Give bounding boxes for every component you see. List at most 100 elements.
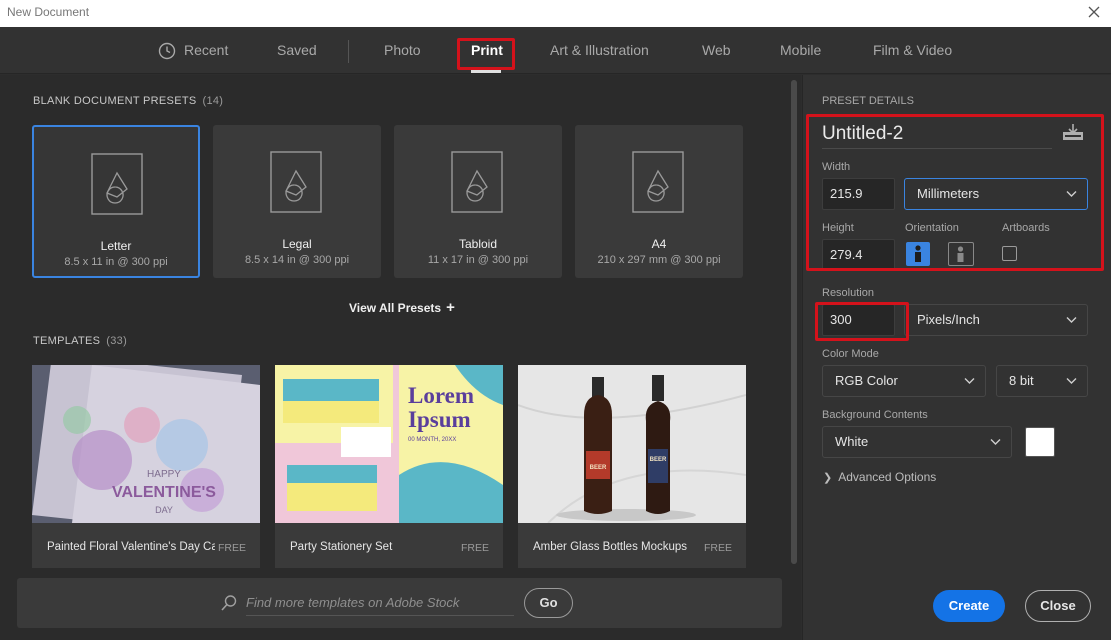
templates-count: (33) (106, 335, 128, 347)
template-card-valentines[interactable]: HAPPY VALENTINE'S DAY Painted Floral Val… (32, 365, 260, 568)
free-badge: FREE (460, 542, 489, 554)
units-value: Millimeters (917, 186, 980, 201)
templates-title: TEMPLATES (33, 335, 101, 347)
presets-scrollbar[interactable] (791, 80, 797, 564)
view-all-presets-link[interactable]: View All Presets + (349, 299, 455, 316)
chevron-down-icon (1066, 191, 1077, 197)
resolution-units-value: Pixels/Inch (917, 312, 980, 327)
thumb-text-happy: HAPPY (147, 469, 181, 480)
background-color-swatch[interactable] (1025, 427, 1055, 457)
chevron-right-icon: ❯ (823, 472, 833, 484)
units-select[interactable]: Millimeters (904, 178, 1088, 210)
window-title: New Document (7, 5, 90, 19)
document-icon (451, 151, 503, 213)
document-icon (270, 151, 322, 213)
bit-depth-select[interactable]: 8 bit (996, 365, 1088, 397)
thumb-text-lorem: Lorem (408, 383, 474, 408)
background-contents-select[interactable]: White (822, 426, 1012, 458)
background-contents-value: White (835, 434, 869, 449)
artboards-label: Artboards (1002, 222, 1050, 234)
chevron-down-icon (990, 439, 1001, 445)
color-mode-select[interactable]: RGB Color (822, 365, 986, 397)
background-contents-label: Background Contents (822, 409, 928, 421)
template-card-party-stationery[interactable]: Lorem Ipsum 00 MONTH, 20XX Party Station… (275, 365, 503, 568)
chevron-down-icon (1066, 317, 1077, 323)
thumb-text-date: 00 MONTH, 20XX (408, 437, 456, 443)
landscape-person-icon (957, 246, 964, 262)
templates-heading: TEMPLATES (33) (33, 335, 127, 347)
chevron-down-icon (1066, 378, 1077, 384)
preset-size: 11 x 17 in @ 300 ppi (427, 254, 529, 266)
preset-size: 8.5 x 14 in @ 300 ppi (244, 254, 350, 266)
template-card-amber-bottles[interactable]: BEER BEER Amber Glass Bottles Mockups FR… (518, 365, 746, 568)
close-icon[interactable] (1083, 1, 1105, 23)
template-name: Party Stationery Set (290, 541, 393, 553)
color-mode-label: Color Mode (822, 348, 879, 360)
thumb-text-day: DAY (155, 505, 173, 515)
template-name: Painted Floral Valentine's Day Ca... (47, 541, 215, 553)
artboards-checkbox[interactable] (1002, 246, 1017, 261)
tab-film-video[interactable]: Film & Video (873, 27, 952, 74)
preset-card-letter[interactable]: Letter 8.5 x 11 in @ 300 ppi (32, 125, 200, 278)
preset-name: Letter (100, 239, 132, 253)
thumb-text-beer-2: BEER (650, 457, 667, 463)
tab-recent[interactable]: Recent (184, 27, 228, 74)
portrait-person-icon (915, 245, 921, 262)
save-preset-icon[interactable] (1062, 123, 1084, 141)
width-input[interactable]: 215.9 (822, 178, 895, 210)
party-stationery-thumbnail: Lorem Ipsum 00 MONTH, 20XX (275, 365, 503, 523)
blank-presets-heading: BLANK DOCUMENT PRESETS (14) (33, 95, 223, 107)
plus-icon: + (446, 299, 455, 316)
tab-divider (348, 40, 349, 63)
advanced-options-label: Advanced Options (838, 470, 937, 484)
height-label: Height (822, 222, 854, 234)
amber-bottles-thumbnail: BEER BEER (518, 365, 746, 523)
document-name-field[interactable]: Untitled-2 (822, 121, 1052, 149)
width-label: Width (822, 161, 851, 173)
preset-name: Tabloid (458, 237, 498, 251)
preset-size: 210 x 297 mm @ 300 ppi (597, 254, 721, 266)
preset-details-heading: PRESET DETAILS (822, 95, 914, 107)
template-name: Amber Glass Bottles Mockups (533, 541, 688, 553)
free-badge: FREE (217, 542, 246, 554)
close-button[interactable]: Close (1025, 590, 1091, 622)
tab-mobile[interactable]: Mobile (780, 27, 821, 74)
portrait-orientation-button[interactable] (906, 242, 930, 266)
thumb-text-beer-1: BEER (590, 465, 607, 471)
preset-card-tabloid[interactable]: Tabloid 11 x 17 in @ 300 ppi (394, 125, 562, 278)
preset-size: 8.5 x 11 in @ 300 ppi (64, 256, 168, 268)
tab-saved[interactable]: Saved (277, 27, 317, 74)
tab-print[interactable]: Print (471, 27, 503, 74)
preset-name: Legal (282, 237, 312, 251)
valentine-card-thumbnail: HAPPY VALENTINE'S DAY (32, 365, 260, 523)
preset-name: A4 (651, 237, 667, 251)
clock-icon (158, 42, 176, 60)
preset-card-legal[interactable]: Legal 8.5 x 14 in @ 300 ppi (213, 125, 381, 278)
resolution-units-select[interactable]: Pixels/Inch (904, 304, 1088, 336)
tab-art-illustration[interactable]: Art & Illustration (550, 27, 649, 74)
resolution-label: Resolution (822, 287, 874, 299)
resolution-input[interactable]: 300 (822, 304, 895, 336)
height-input[interactable]: 279.4 (822, 239, 895, 271)
bit-depth-value: 8 bit (1009, 373, 1034, 388)
go-button[interactable]: Go (524, 588, 573, 618)
color-mode-value: RGB Color (835, 373, 898, 388)
thumb-text-valentines: VALENTINE'S (112, 484, 216, 501)
blank-presets-title: BLANK DOCUMENT PRESETS (33, 95, 197, 107)
active-tab-indicator (471, 70, 501, 73)
advanced-options-toggle[interactable]: ❯ Advanced Options (823, 470, 936, 484)
orientation-label: Orientation (905, 222, 959, 234)
search-icon (221, 595, 237, 611)
thumb-text-ipsum: Ipsum (408, 407, 471, 432)
free-badge: FREE (703, 542, 732, 554)
preset-card-a4[interactable]: A4 210 x 297 mm @ 300 ppi (575, 125, 743, 278)
document-icon (632, 151, 684, 213)
stock-search-input[interactable] (246, 590, 514, 616)
landscape-orientation-button[interactable] (948, 242, 974, 266)
chevron-down-icon (964, 378, 975, 384)
create-button[interactable]: Create (933, 590, 1005, 622)
scrollbar-thumb[interactable] (791, 80, 797, 564)
title-bar: New Document (0, 0, 1111, 27)
tab-photo[interactable]: Photo (384, 27, 421, 74)
tab-web[interactable]: Web (702, 27, 731, 74)
